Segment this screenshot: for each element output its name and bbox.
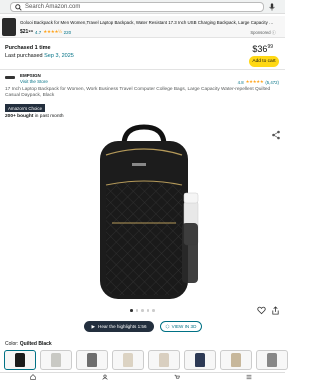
search-placeholder: Search Amazon.com: [25, 4, 81, 10]
bought-count: 200+ bought in past month: [5, 114, 64, 119]
ad-price: $21⁹⁹: [20, 29, 34, 35]
ad-thumbnail[interactable]: [2, 18, 16, 36]
swatch-backpack-thumbnail: [15, 353, 25, 367]
play-icon: ▶: [91, 323, 95, 329]
last-purchased-date[interactable]: Sep 3, 2025: [44, 53, 74, 59]
rating-count: (5,472): [265, 79, 279, 85]
swatch-backpack-thumbnail: [195, 353, 205, 367]
product-rating[interactable]: 4.8 ★★★★★ (5,472): [238, 79, 279, 85]
cart-icon[interactable]: [174, 374, 180, 380]
swatch-backpack-thumbnail: [267, 353, 277, 367]
hear-highlights-button[interactable]: ▶ Hear the highlights 1:56: [84, 321, 154, 332]
menu-icon[interactable]: [246, 374, 252, 380]
product-image[interactable]: [0, 123, 285, 303]
last-purchased: Last purchased Sep 3, 2025: [5, 53, 74, 59]
swatch-backpack-thumbnail: [123, 353, 133, 367]
color-swatches: [4, 350, 288, 370]
amazons-choice-badge[interactable]: Amazon's Choice: [5, 104, 46, 112]
brand-logo[interactable]: [5, 76, 15, 79]
backpack-image: [100, 124, 199, 299]
pager-dot[interactable]: [146, 309, 149, 312]
rating-value: 4.8: [237, 79, 244, 85]
product-price: $3699: [252, 44, 273, 54]
visit-store-link[interactable]: Visit the Store: [20, 79, 48, 84]
ad-rating-value: 4.7: [35, 29, 42, 35]
divider: [0, 69, 285, 70]
ad-rating-count: 220: [63, 29, 72, 35]
add-to-cart-button[interactable]: Add to cart: [249, 56, 279, 67]
color-swatch[interactable]: [4, 350, 36, 370]
ad-stars-icon: ★★★★½: [43, 29, 62, 34]
pager-dot[interactable]: [130, 309, 133, 312]
pager-dot[interactable]: [135, 309, 138, 312]
top-bar: Search Amazon.com: [0, 0, 285, 14]
microphone-icon[interactable]: [268, 3, 276, 11]
rating-stars-icon: ★★★★★: [245, 79, 264, 84]
swatch-backpack-thumbnail: [51, 353, 61, 367]
pager-dot[interactable]: [141, 309, 144, 312]
search-icon: [15, 3, 22, 11]
color-label: Color: Quilted Black: [5, 341, 52, 347]
ad-rating[interactable]: 4.7 ★★★★½ 220: [35, 29, 71, 35]
home-icon[interactable]: [30, 374, 36, 380]
heart-icon[interactable]: [257, 306, 266, 315]
color-swatch[interactable]: [148, 350, 180, 370]
sponsored-label[interactable]: Sponsored ⓘ: [250, 30, 276, 36]
color-swatch[interactable]: [184, 350, 216, 370]
color-swatch[interactable]: [76, 350, 108, 370]
swatch-backpack-thumbnail: [159, 353, 169, 367]
sponsored-ad[interactable]: Golooi Backpack for Men Women,Travel Lap…: [0, 16, 285, 38]
color-swatch[interactable]: [40, 350, 72, 370]
pager-dot[interactable]: [152, 309, 155, 312]
share-icon[interactable]: [271, 130, 281, 140]
swatch-backpack-thumbnail: [231, 353, 241, 367]
bottom-nav: [0, 372, 285, 380]
view-in-3d-button[interactable]: ⬡ VIEW IN 3D: [160, 321, 202, 332]
product-title: 17 Inch Laptop Backpack for Women, Work …: [5, 87, 271, 99]
purchase-count: Purchased 1 time: [5, 45, 51, 51]
brand-name[interactable]: EMPSIGN: [20, 73, 41, 78]
image-pager[interactable]: [130, 309, 155, 312]
account-icon[interactable]: [102, 374, 108, 380]
cube-icon: ⬡: [165, 323, 170, 329]
color-swatch[interactable]: [112, 350, 144, 370]
search-input[interactable]: Search Amazon.com: [10, 2, 264, 12]
color-swatch[interactable]: [220, 350, 252, 370]
color-swatch[interactable]: [256, 350, 288, 370]
share-icon[interactable]: [271, 306, 280, 315]
swatch-backpack-thumbnail: [87, 353, 97, 367]
selected-color: Quilted Black: [19, 341, 52, 347]
ad-title[interactable]: Golooi Backpack for Men Women,Travel Lap…: [20, 20, 275, 25]
